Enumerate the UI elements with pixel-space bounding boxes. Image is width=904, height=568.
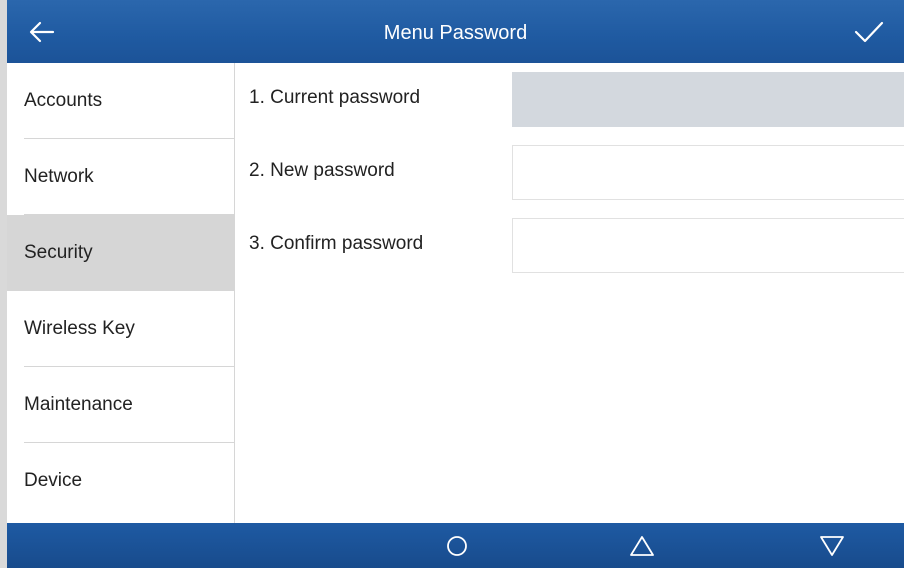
sidebar-item-accounts[interactable]: Accounts [7,63,234,139]
confirm-button[interactable] [834,0,904,63]
new-password-label: 2. New password [249,160,395,181]
current-password-row: 1. Current password [235,68,904,128]
triangle-up-icon [630,535,654,556]
circle-icon [447,535,467,556]
current-password-input[interactable] [512,72,904,127]
navigation-bar [7,523,904,568]
new-password-input[interactable] [512,145,904,200]
sidebar-item-label: Security [24,242,93,263]
confirm-password-input[interactable] [512,218,904,273]
new-password-row: 2. New password [235,141,904,201]
sidebar-item-label: Accounts [24,90,103,111]
password-form: 1. Current password 2. New password 3. C… [235,63,904,523]
home-button[interactable] [427,523,487,568]
page-title: Menu Password [383,22,528,44]
current-password-label: 1. Current password [249,87,421,108]
sidebar-item-label: Network [24,166,94,187]
sidebar-item-label: Maintenance [24,394,133,415]
checkmark-icon [854,21,884,42]
sidebar-item-wireless-key[interactable]: Wireless Key [7,291,234,367]
screen: Menu Password Accounts Network Security … [7,0,904,568]
triangle-down-icon [820,535,844,556]
confirm-password-row: 3. Confirm password [235,214,904,274]
scroll-up-button[interactable] [612,523,672,568]
sidebar-item-network[interactable]: Network [7,139,234,215]
scroll-down-button[interactable] [802,523,862,568]
sidebar-item-label: Device [24,470,83,491]
confirm-password-label: 3. Confirm password [249,233,424,254]
sidebar-item-maintenance[interactable]: Maintenance [7,367,234,443]
header-bar: Menu Password [7,0,904,63]
sidebar: Accounts Network Security Wireless Key M… [7,63,235,523]
sidebar-item-security[interactable]: Security [7,215,234,291]
sidebar-item-label: Wireless Key [24,318,135,339]
sidebar-item-device[interactable]: Device [7,443,234,519]
